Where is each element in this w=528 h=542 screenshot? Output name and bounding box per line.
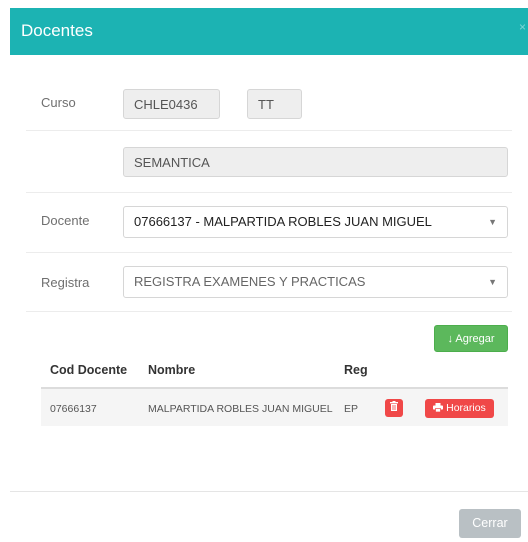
curso-name-field: SEMANTICA [123, 147, 508, 177]
trash-icon [390, 401, 398, 411]
registra-select-value: REGISTRA EXAMENES Y PRACTICAS [134, 274, 366, 289]
docente-select[interactable]: 07666137 - MALPARTIDA ROBLES JUAN MIGUEL… [123, 206, 508, 238]
chevron-down-icon: ▼ [488, 277, 497, 287]
close-icon[interactable]: × [519, 20, 526, 34]
modal-title: Docentes [21, 21, 93, 40]
docente-label: Docente [41, 213, 90, 228]
agregar-button[interactable]: ↓ Agregar [434, 325, 508, 352]
docentes-modal: Docentes × Curso CHLE0436 TT SEMANTICA D… [0, 0, 528, 542]
registra-label: Registra [41, 275, 90, 290]
divider [26, 130, 512, 131]
curso-label: Curso [41, 95, 76, 110]
chevron-down-icon: ▼ [488, 217, 497, 227]
cerrar-button[interactable]: Cerrar [459, 509, 521, 538]
cell-reg: EP [344, 403, 359, 415]
divider [26, 252, 512, 253]
horarios-button[interactable]: Horarios [425, 399, 494, 418]
cell-cod-docente: 07666137 [50, 403, 97, 415]
curso-section-field: TT [247, 89, 302, 119]
footer-divider [10, 491, 528, 492]
docente-select-value: 07666137 - MALPARTIDA ROBLES JUAN MIGUEL [134, 214, 432, 229]
cell-nombre: MALPARTIDA ROBLES JUAN MIGUEL [148, 403, 333, 415]
print-icon [433, 403, 444, 413]
arrow-down-icon: ↓ [447, 333, 453, 345]
header-nombre: Nombre [148, 363, 196, 377]
modal-header: Docentes × [10, 8, 528, 55]
divider [26, 311, 512, 312]
header-cod-docente: Cod Docente [50, 363, 128, 377]
curso-code-field: CHLE0436 [123, 89, 220, 119]
registra-select[interactable]: REGISTRA EXAMENES Y PRACTICAS ▼ [123, 266, 508, 298]
agregar-button-label: Agregar [455, 333, 495, 345]
horarios-button-label: Horarios [446, 402, 486, 414]
delete-button[interactable] [385, 399, 403, 417]
divider [26, 192, 512, 193]
header-reg: Reg [344, 363, 368, 377]
